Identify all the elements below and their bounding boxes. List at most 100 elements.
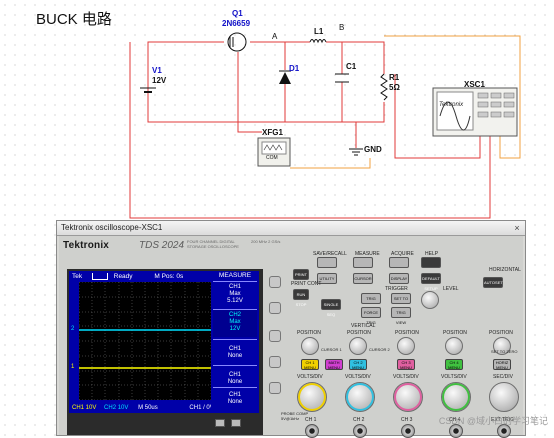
option-button-3[interactable] bbox=[269, 330, 281, 342]
ch4-menu-button[interactable]: CH 4 MENU bbox=[445, 359, 463, 370]
ch4-volts-div-knob[interactable] bbox=[441, 382, 471, 412]
oscilloscope-titlebar[interactable]: Tektronix oscilloscope-XSC1 × bbox=[57, 221, 525, 236]
xfg1-com-label: COM bbox=[266, 155, 278, 161]
trigger-status-icon bbox=[91, 272, 108, 280]
probe-comp-voltage-label: 5V@1kHz bbox=[281, 416, 300, 421]
cursor-button[interactable]: CURSOR bbox=[353, 273, 373, 284]
measure-slot-2[interactable]: CH2 Max 12V bbox=[213, 309, 257, 337]
screen-button-1[interactable] bbox=[215, 419, 225, 427]
option-button-1[interactable] bbox=[269, 276, 281, 288]
trigger-level-knob[interactable] bbox=[421, 291, 439, 309]
r1-value-label: 5Ω bbox=[389, 83, 400, 92]
measure-slot-4-line-2: None bbox=[227, 379, 243, 385]
measure-slot-4-line-1: CH1 bbox=[228, 372, 241, 378]
measure-slot-2-line-3: 12V bbox=[229, 326, 241, 332]
trig-view-button[interactable]: TRIG VIEW bbox=[391, 307, 411, 325]
default-setup-button[interactable]: DEFAULT SETUP bbox=[421, 273, 441, 291]
position-label-5: POSITION bbox=[489, 330, 513, 336]
transistor-symbol bbox=[227, 32, 247, 52]
node-a-label: A bbox=[272, 32, 278, 41]
ch2-scale-label: CH2 10V bbox=[104, 405, 129, 411]
measure-button[interactable] bbox=[353, 257, 373, 268]
measure-slot-5[interactable]: CH1 None bbox=[213, 387, 257, 411]
save-recall-button[interactable] bbox=[317, 257, 337, 268]
ground-symbol bbox=[349, 148, 363, 156]
trigger-section-label: TRIGGER bbox=[385, 286, 408, 292]
wire-ground-bus bbox=[285, 121, 357, 148]
position-label-1: POSITION bbox=[297, 330, 321, 336]
c1-ref-label: C1 bbox=[346, 62, 357, 71]
ch1-marker: 1 bbox=[71, 364, 75, 370]
close-icon[interactable]: × bbox=[512, 223, 522, 233]
measure-slot-1-line-3: 5.12V bbox=[227, 298, 243, 304]
watermark-text: CSDN @域小白的学习笔记 bbox=[438, 416, 548, 426]
ch1-input-label: CH 1 bbox=[305, 417, 317, 423]
ch1-menu-button[interactable]: CH 1 MENU bbox=[301, 359, 319, 370]
measure-slot-5-line-1: CH1 bbox=[228, 392, 241, 398]
math-menu-button[interactable]: MATH MENU bbox=[325, 359, 343, 370]
option-button-4[interactable] bbox=[269, 356, 281, 368]
position-label-3: POSITION bbox=[395, 330, 419, 336]
d1-ref-label: D1 bbox=[289, 64, 300, 73]
measure-slot-1-line-1: CH1 bbox=[228, 284, 241, 290]
xsc1-ref-label: XSC1 bbox=[464, 80, 485, 89]
run-stop-button[interactable]: RUN STOP bbox=[293, 289, 309, 307]
scope-screen-frame: Tek Ready M Pos: 0s 2 1 CH1 10V CH2 10V … bbox=[67, 269, 263, 435]
ch3-volts-div-knob[interactable] bbox=[393, 382, 423, 412]
print-cont-label: PRINT CONT bbox=[291, 281, 322, 287]
inductor-symbol bbox=[309, 39, 327, 44]
option-button-2[interactable] bbox=[269, 302, 281, 314]
volts-div-label-2: VOLTS/DIV bbox=[345, 374, 371, 380]
sec-div-label: SEC/DIV bbox=[493, 374, 514, 380]
ch4-position-knob[interactable] bbox=[445, 337, 463, 355]
position-label-2: POSITION bbox=[347, 330, 371, 336]
l1-ref-label: L1 bbox=[314, 27, 324, 36]
display-button[interactable]: DISPLAY bbox=[389, 273, 409, 284]
measure-slot-1[interactable]: CH1 Max 5.12V bbox=[213, 281, 257, 309]
xsc1-brand-label: Tektronix bbox=[439, 102, 464, 108]
wire-v1-bottom bbox=[147, 92, 285, 123]
v1-ref-label: V1 bbox=[152, 66, 162, 75]
oscilloscope-bezel: Tektronix TDS 2024 FOUR CHANNEL DIGITAL … bbox=[59, 236, 523, 438]
sec-div-knob[interactable] bbox=[489, 382, 519, 412]
ch1-volts-div-knob[interactable] bbox=[297, 382, 327, 412]
ch2-volts-div-knob[interactable] bbox=[345, 382, 375, 412]
v1-value-label: 12V bbox=[152, 76, 167, 85]
cursor-1-label: CURSOR 1 bbox=[321, 347, 342, 352]
horiz-menu-button[interactable]: HORIZ MENU bbox=[493, 359, 511, 370]
volts-div-label-4: VOLTS/DIV bbox=[441, 374, 467, 380]
ch3-position-knob[interactable] bbox=[397, 337, 415, 355]
measure-slot-2-line-1: CH2 bbox=[228, 312, 241, 318]
ch2-marker: 2 bbox=[71, 326, 75, 332]
measure-slot-3-line-1: CH1 bbox=[228, 346, 241, 352]
measure-slot-3[interactable]: CH1 None bbox=[213, 339, 257, 367]
ch1-position-knob[interactable] bbox=[301, 337, 319, 355]
ch2-menu-button[interactable]: CH 2 MENU bbox=[349, 359, 367, 370]
single-seq-button[interactable]: SINGLE SEQ bbox=[321, 299, 341, 317]
set-to-50-button[interactable]: SET TO 50% bbox=[391, 293, 411, 311]
volts-div-label-1: VOLTS/DIV bbox=[297, 374, 323, 380]
cursor-2-label: CURSOR 2 bbox=[369, 347, 390, 352]
measure-menu: MEASURE CH1 Max 5.12V CH2 Max 12V CH1 No… bbox=[211, 271, 259, 413]
autoset-button[interactable]: AUTOSET bbox=[483, 277, 503, 288]
scope-ready-label: Ready bbox=[113, 273, 133, 280]
scope-screen-header: Tek Ready M Pos: 0s bbox=[69, 271, 211, 282]
trig-menu-button[interactable]: TRIG MENU bbox=[361, 293, 381, 311]
r1-ref-label: R1 bbox=[389, 73, 400, 82]
print-button[interactable]: PRINT bbox=[293, 269, 309, 280]
wire-probe-gen bbox=[290, 158, 371, 169]
ch2-position-knob[interactable] bbox=[349, 337, 367, 355]
acquire-button[interactable] bbox=[389, 257, 409, 268]
force-trig-button[interactable]: FORCE TRIG bbox=[361, 307, 381, 325]
control-panel: SAVE/RECALL MEASURE ACQUIRE HELP UTILITY… bbox=[281, 251, 523, 438]
horizontal-section-label: HORIZONTAL bbox=[489, 267, 521, 273]
measure-slot-3-line-2: None bbox=[227, 353, 243, 359]
help-button[interactable] bbox=[421, 257, 441, 268]
scope-bandwidth-label: 200 MHz 2 GS/s bbox=[251, 239, 281, 244]
measure-menu-title: MEASURE bbox=[218, 272, 252, 279]
oscilloscope-window-title: Tektronix oscilloscope-XSC1 bbox=[61, 223, 163, 232]
screen-button-2[interactable] bbox=[231, 419, 241, 427]
ch1-scale-label: CH1 10V bbox=[72, 405, 97, 411]
ch3-menu-button[interactable]: CH 3 MENU bbox=[397, 359, 415, 370]
option-button-5[interactable] bbox=[269, 382, 281, 394]
